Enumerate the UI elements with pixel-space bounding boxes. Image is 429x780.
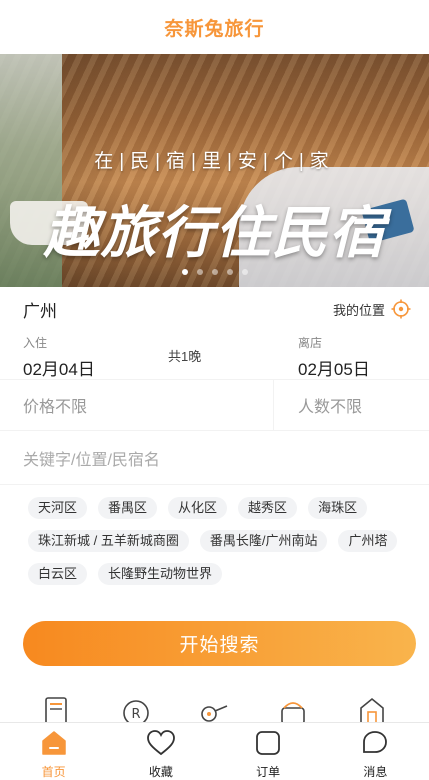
- carousel-dots: [0, 269, 429, 275]
- banner-carousel[interactable]: 在|民|宿|里|安|个|家 趣旅行住民宿: [0, 54, 429, 287]
- category-icon[interactable]: R: [119, 694, 153, 722]
- checkout-date[interactable]: 离店 02月05日: [298, 334, 370, 380]
- area-tag[interactable]: 从化区: [168, 497, 228, 519]
- category-icon[interactable]: [40, 694, 74, 722]
- people-filter[interactable]: 人数不限: [274, 380, 429, 430]
- carousel-dot[interactable]: [196, 269, 203, 275]
- tab-favorites[interactable]: 收藏: [107, 723, 214, 780]
- svg-text:R: R: [131, 707, 140, 722]
- app-header: 奈斯兔旅行: [0, 0, 429, 54]
- area-tag[interactable]: 长隆野生动物世界: [98, 563, 223, 585]
- tab-messages[interactable]: 消息: [322, 723, 429, 780]
- tab-home[interactable]: 首页: [0, 723, 107, 780]
- price-filter[interactable]: 价格不限: [0, 380, 274, 430]
- checkout-label: 离店: [298, 336, 323, 350]
- search-button[interactable]: 开始搜索: [23, 621, 416, 666]
- category-icon[interactable]: [276, 694, 310, 722]
- keyword-search-input[interactable]: 关键字/位置/民宿名: [0, 431, 429, 485]
- filter-row: 价格不限 人数不限: [0, 379, 429, 431]
- area-tag[interactable]: 天河区: [28, 497, 88, 519]
- tab-messages-label: 消息: [363, 765, 388, 779]
- banner-headline: 趣旅行住民宿: [43, 201, 386, 264]
- banner-tagline: 在|民|宿|里|安|个|家: [94, 151, 335, 172]
- area-tag[interactable]: 珠江新城 / 五羊新城商圈: [28, 530, 189, 552]
- area-tag[interactable]: 海珠区: [308, 497, 368, 519]
- category-icon[interactable]: [197, 694, 231, 722]
- order-icon: [256, 731, 281, 755]
- tab-favorites-label: 收藏: [148, 765, 173, 779]
- checkin-label: 入住: [23, 336, 48, 350]
- city-row: 广州 我的位置: [0, 289, 429, 329]
- nights-count: 共1晚: [168, 349, 202, 364]
- area-tag[interactable]: 番禺区: [98, 497, 158, 519]
- checkout-value: 02月05日: [298, 360, 370, 379]
- tab-home-label: 首页: [41, 765, 66, 779]
- area-tag[interactable]: 番禺长隆/广州南站: [199, 530, 328, 552]
- city-selector[interactable]: 广州: [23, 297, 57, 322]
- locate-icon: [391, 299, 411, 319]
- date-picker-row[interactable]: 入住 02月04日 共1晚 离店 02月05日: [0, 329, 429, 379]
- category-icon[interactable]: [355, 694, 389, 722]
- checkin-date[interactable]: 入住 02月04日: [23, 334, 95, 380]
- hot-area-tags: 天河区 番禺区 从化区 越秀区 海珠区珠江新城 / 五羊新城商圈 番禺长隆/广州南站 广州塔…: [0, 485, 429, 585]
- bottom-tab-bar: 首页 收藏 订单 消息: [0, 722, 429, 780]
- category-icons-row: R: [0, 694, 429, 722]
- area-tag[interactable]: 白云区: [28, 563, 88, 585]
- home-icon: [41, 731, 66, 755]
- area-tag[interactable]: 越秀区: [238, 497, 298, 519]
- heart-icon: [146, 730, 175, 756]
- carousel-dot[interactable]: [241, 269, 248, 275]
- tab-orders-label: 订单: [256, 765, 281, 779]
- my-location-label: 我的位置: [332, 302, 385, 318]
- carousel-dot[interactable]: [226, 269, 233, 275]
- app-title: 奈斯兔旅行: [164, 18, 265, 40]
- checkin-value: 02月04日: [23, 360, 95, 379]
- area-tag[interactable]: 广州塔: [338, 530, 398, 552]
- my-location-button[interactable]: 我的位置: [333, 299, 411, 319]
- carousel-dot[interactable]: [181, 269, 188, 275]
- message-icon: [363, 731, 388, 753]
- carousel-dot[interactable]: [211, 269, 218, 275]
- tab-orders[interactable]: 订单: [215, 723, 322, 780]
